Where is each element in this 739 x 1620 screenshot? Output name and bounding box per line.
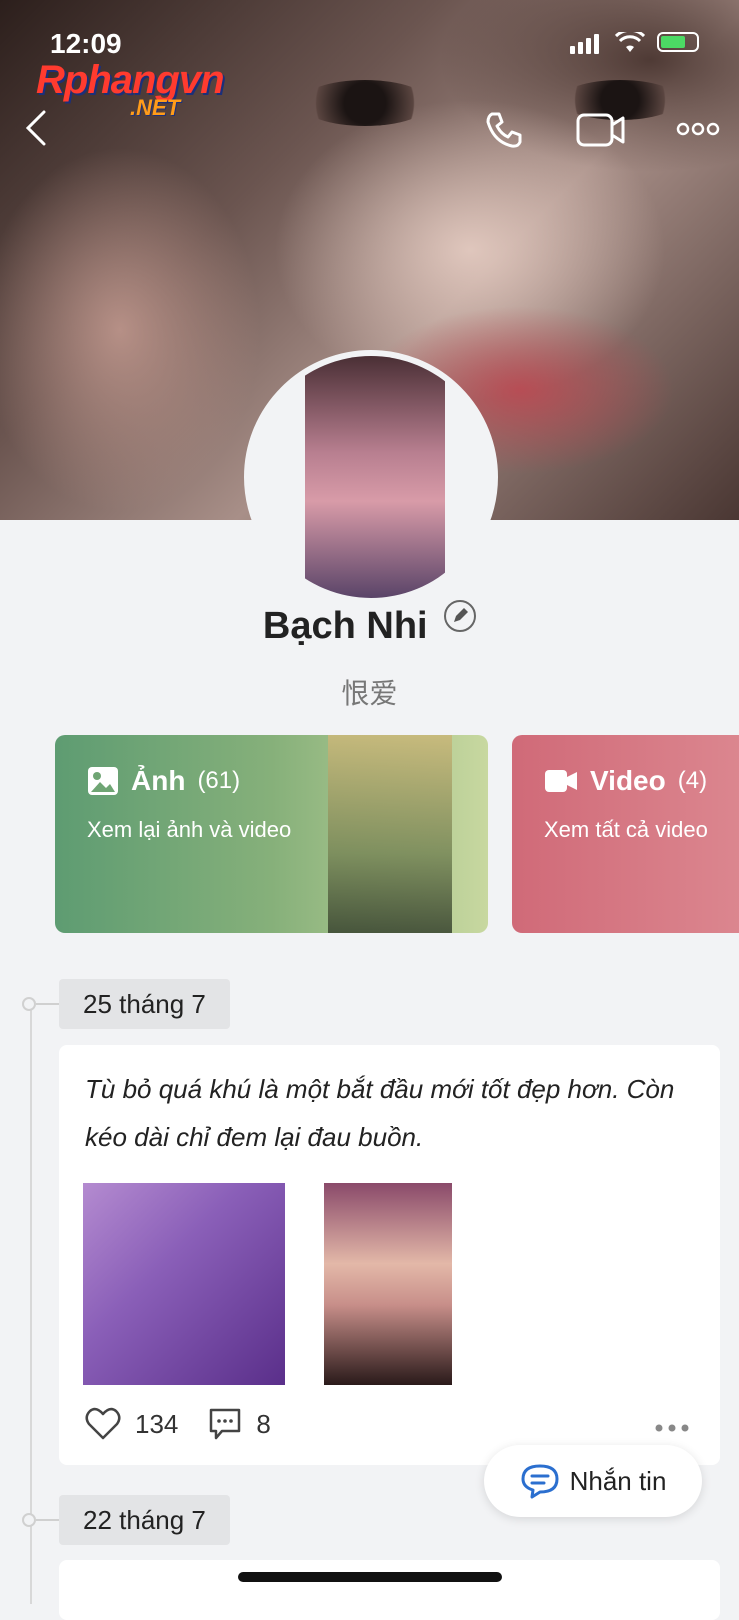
timeline-date: 25 tháng 7 [59, 979, 230, 1029]
phone-icon[interactable] [484, 110, 524, 150]
avatar-photo [305, 356, 445, 598]
message-button-label: Nhắn tin [569, 1465, 667, 1496]
videos-subtitle: Xem tất cả video [544, 817, 708, 842]
status-bar: 12:09 [0, 28, 739, 60]
post-image[interactable] [83, 1183, 285, 1385]
photos-card[interactable]: Ảnh (61) Xem lại ảnh và video [55, 735, 488, 933]
video-camera-icon [545, 770, 577, 792]
more-dots-icon[interactable] [676, 122, 720, 136]
edit-icon[interactable] [444, 600, 477, 632]
profile-name: Bạch Nhi [262, 605, 428, 647]
timeline-connector [36, 1519, 60, 1521]
photos-subtitle: Xem lại ảnh và video [87, 817, 292, 842]
chevron-left-icon[interactable] [24, 110, 48, 146]
photos-count: (61) [197, 767, 241, 794]
profile-bio: 恨爱 [341, 678, 398, 709]
post-image[interactable] [324, 1183, 452, 1385]
videos-label: Video [590, 765, 666, 796]
post-text: Tù bỏ quá khú là một bắt đầu mới tốt đẹp… [85, 1074, 675, 1152]
wifi-icon [615, 32, 645, 52]
timeline-dot [22, 997, 36, 1011]
home-indicator[interactable] [238, 1572, 502, 1582]
videos-count: (4) [677, 767, 708, 794]
video-camera-icon[interactable] [576, 112, 626, 148]
like-count: 134 [135, 1408, 179, 1439]
profile-name-row: Bạch Nhi [0, 600, 739, 648]
photos-card-title: Ảnh (61) [87, 765, 240, 797]
comment-count: 8 [256, 1408, 271, 1439]
comment-icon[interactable] [208, 1407, 242, 1441]
status-time: 12:09 [50, 28, 122, 59]
timeline-dot [22, 1513, 36, 1527]
image-icon [88, 767, 118, 795]
videos-card[interactable]: Video (4) Xem tất cả video [512, 735, 739, 933]
timeline-date: 22 tháng 7 [59, 1495, 230, 1545]
watermark-logo: Rphangvn .NET [36, 58, 225, 121]
more-dots-icon[interactable] [654, 1423, 690, 1433]
timeline-connector [36, 1003, 60, 1005]
cover-detail [300, 80, 430, 126]
message-button[interactable]: Nhắn tin [484, 1445, 702, 1517]
cellular-signal-icon [570, 34, 599, 54]
timeline-post[interactable] [59, 1560, 720, 1620]
photos-label: Ảnh [131, 765, 186, 796]
photos-card-thumbnail [328, 735, 452, 933]
heart-icon[interactable] [85, 1407, 121, 1441]
chat-bubble-icon [521, 1464, 559, 1499]
videos-card-title: Video (4) [544, 765, 707, 797]
battery-icon [657, 32, 699, 52]
post-actions: 134 8 [85, 1407, 271, 1441]
avatar[interactable] [244, 350, 498, 604]
timeline-post[interactable]: Tù bỏ quá khú là một bắt đầu mới tốt đẹp… [59, 1045, 720, 1465]
